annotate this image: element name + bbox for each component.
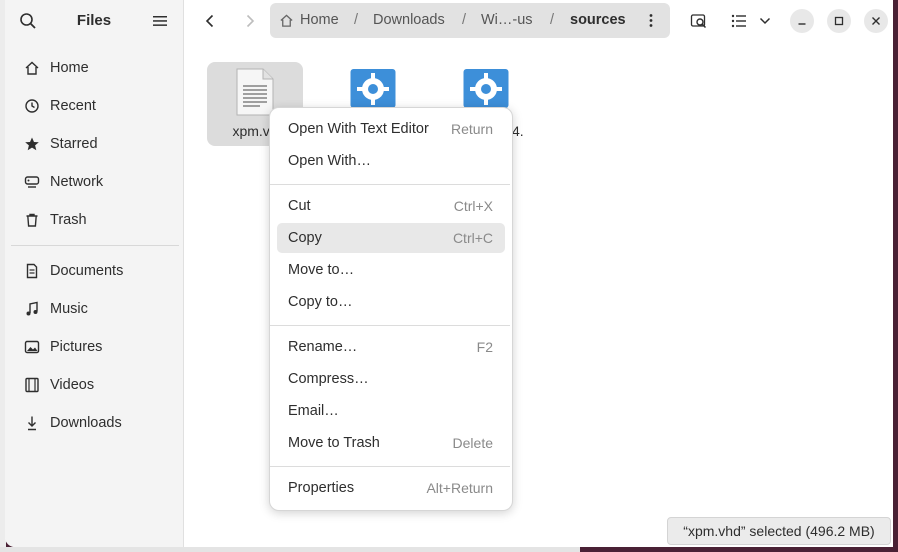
menu-item-label: Move to…: [288, 262, 355, 278]
minimize-icon: [798, 23, 806, 25]
menu-item-label: Cut: [288, 198, 311, 214]
sidebar-item-pictures[interactable]: Pictures: [13, 330, 175, 364]
context-menu: Open With Text Editor Return Open With… …: [269, 107, 513, 511]
sidebar-header: Files: [5, 0, 183, 42]
path-menu-icon[interactable]: [648, 13, 654, 33]
sidebar-item-label: Network: [50, 174, 104, 190]
home-icon: [24, 60, 40, 76]
menu-item-label: Copy: [288, 230, 322, 246]
menu-item-cut[interactable]: Cut Ctrl+X: [277, 191, 505, 221]
breadcrumb-current[interactable]: sources: [570, 12, 626, 28]
list-view-icon: [731, 14, 746, 28]
video-icon: [24, 377, 40, 393]
sidebar-divider: [11, 245, 179, 246]
menu-item-rename[interactable]: Rename… F2: [277, 332, 505, 362]
menu-separator: [270, 325, 510, 326]
list-view-button[interactable]: [726, 8, 752, 34]
hamburger-menu-icon[interactable]: [152, 13, 168, 29]
clock-icon: [24, 98, 40, 114]
menu-item-label: Copy to…: [288, 294, 353, 310]
sidebar-item-starred[interactable]: Starred: [13, 127, 175, 161]
path-bar: Home / Downloads / Wi…-us / sources: [270, 3, 670, 38]
taskbar-edge: [0, 547, 580, 552]
text-file-icon: [236, 68, 274, 121]
picture-icon: [24, 339, 40, 355]
sidebar-item-videos[interactable]: Videos: [13, 368, 175, 402]
chevron-left-icon: [205, 14, 214, 28]
menu-item-shortcut: Ctrl+X: [453, 198, 493, 214]
menu-item-shortcut: F2: [476, 339, 493, 355]
menu-item-email[interactable]: Email…: [277, 396, 505, 426]
download-icon: [24, 415, 40, 431]
sidebar-item-documents[interactable]: Documents: [13, 254, 175, 288]
sidebar-item-network[interactable]: Network: [13, 165, 175, 199]
close-icon: [872, 17, 880, 25]
network-icon: [24, 174, 40, 190]
search-folder-icon: [690, 14, 707, 29]
maximize-icon: [834, 16, 844, 26]
sidebar-item-trash[interactable]: Trash: [13, 203, 175, 237]
menu-item-label: Compress…: [288, 371, 369, 387]
menu-item-shortcut: Alt+Return: [426, 480, 493, 496]
menu-item-copy-to[interactable]: Copy to…: [277, 287, 505, 317]
menu-item-shortcut: Return: [450, 121, 493, 137]
menu-item-label: Email…: [288, 403, 339, 419]
trash-icon: [24, 212, 40, 228]
sidebar-item-label: Pictures: [50, 339, 103, 355]
menu-item-open-with-text-editor[interactable]: Open With Text Editor Return: [277, 114, 505, 144]
menu-item-copy[interactable]: Copy Ctrl+C: [277, 223, 505, 253]
sidebar-item-label: Downloads: [50, 415, 122, 431]
sidebar-item-label: Home: [50, 60, 89, 76]
breadcrumb-home[interactable]: Home: [300, 12, 339, 28]
menu-item-label: Move to Trash: [288, 435, 380, 451]
music-icon: [24, 301, 40, 317]
home-icon: [279, 13, 294, 33]
menu-separator: [270, 466, 510, 467]
sidebar-item-label: Documents: [50, 263, 124, 279]
back-button[interactable]: [199, 10, 221, 32]
forward-button[interactable]: [239, 10, 261, 32]
sidebar-item-label: Music: [50, 301, 88, 317]
file-name: 4.: [512, 123, 524, 139]
view-options-button[interactable]: [754, 8, 776, 34]
sidebar-item-home[interactable]: Home: [13, 51, 175, 85]
menu-separator: [270, 184, 510, 185]
minimize-button[interactable]: [790, 9, 814, 33]
menu-item-move-to-trash[interactable]: Move to Trash Delete: [277, 428, 505, 458]
menu-item-shortcut: Ctrl+C: [452, 230, 493, 246]
document-icon: [24, 263, 40, 279]
breadcrumb-downloads[interactable]: Downloads: [373, 12, 445, 28]
menu-item-label: Open With Text Editor: [288, 121, 429, 137]
menu-item-open-with[interactable]: Open With…: [277, 146, 505, 176]
menu-item-compress[interactable]: Compress…: [277, 364, 505, 394]
breadcrumb-folder[interactable]: Wi…-us: [481, 12, 533, 28]
menu-item-label: Open With…: [288, 153, 371, 169]
star-icon: [24, 136, 40, 152]
chevron-right-icon: [246, 14, 255, 28]
search-folder-button[interactable]: [686, 8, 712, 34]
sidebar: Files Home Recent Starred Network Trash: [5, 0, 184, 547]
chevron-down-icon: [759, 17, 771, 25]
sidebar-item-music[interactable]: Music: [13, 292, 175, 326]
sidebar-item-label: Trash: [50, 212, 87, 228]
sidebar-item-label: Videos: [50, 377, 95, 393]
status-bar: “xpm.vhd” selected (496.2 MB): [667, 517, 891, 545]
sidebar-item-label: Starred: [50, 136, 98, 152]
menu-item-label: Rename…: [288, 339, 358, 355]
menu-item-properties[interactable]: Properties Alt+Return: [277, 473, 505, 503]
maximize-button[interactable]: [827, 9, 851, 33]
menu-item-move-to[interactable]: Move to…: [277, 255, 505, 285]
close-button[interactable]: [864, 9, 888, 33]
breadcrumb-separator: /: [354, 12, 359, 28]
sidebar-item-label: Recent: [50, 98, 96, 114]
breadcrumb-separator: /: [462, 12, 467, 28]
header-bar: Home / Downloads / Wi…-us / sources: [184, 0, 893, 42]
sidebar-item-downloads[interactable]: Downloads: [13, 406, 175, 440]
breadcrumb-separator: /: [550, 12, 555, 28]
sidebar-item-recent[interactable]: Recent: [13, 89, 175, 123]
menu-item-label: Properties: [288, 480, 355, 496]
menu-item-shortcut: Delete: [452, 435, 493, 451]
